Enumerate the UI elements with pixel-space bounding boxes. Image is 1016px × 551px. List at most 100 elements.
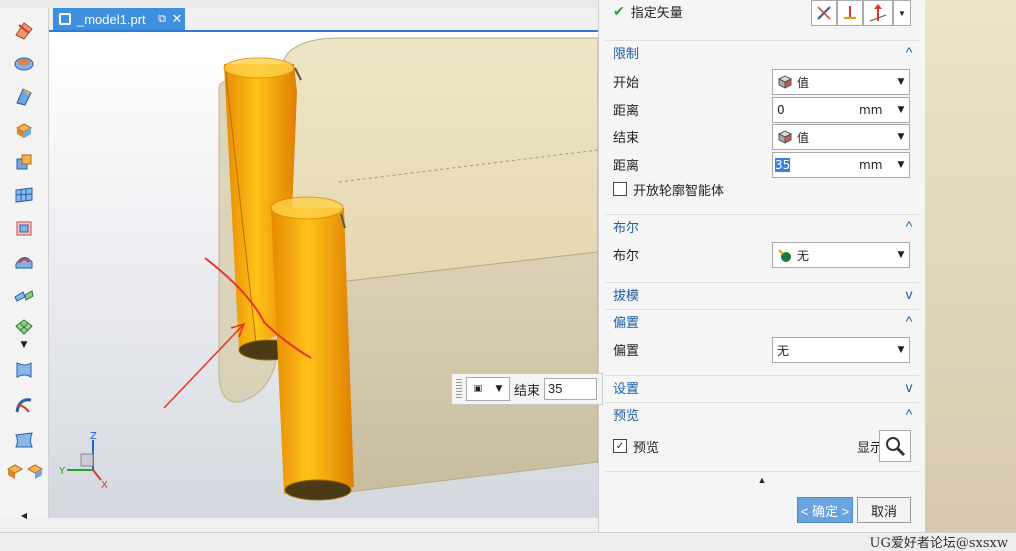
value-cube-icon: ▣ bbox=[473, 384, 483, 394]
section-draft-title: 拔模 bbox=[613, 287, 640, 303]
collapse-chevron-icon: ^ bbox=[905, 406, 913, 422]
chevron-down-icon: ▼ bbox=[897, 345, 905, 355]
end-dropdown[interactable]: 值 ▼ bbox=[772, 124, 910, 150]
section-offset-header[interactable]: 偏置 ^ bbox=[605, 309, 919, 332]
distance2-value-wrap: 35 bbox=[773, 158, 859, 172]
chevron-down-icon: ▼ bbox=[897, 160, 905, 170]
preview-label: 预览 bbox=[633, 439, 660, 455]
boolean-label: 布尔 bbox=[613, 247, 640, 263]
ok-button[interactable]: < 确定 > bbox=[797, 497, 853, 523]
section-settings-header[interactable]: 设置 v bbox=[605, 375, 919, 398]
n-sided-surface-tool-icon[interactable] bbox=[10, 428, 38, 452]
feature-toolbar: ▼ ◀ bbox=[0, 8, 49, 520]
tab-title: _model1.prt bbox=[77, 11, 146, 27]
collapse-chevron-icon: ^ bbox=[905, 44, 913, 60]
status-bar bbox=[0, 532, 1016, 551]
mini-end-label: 结束 bbox=[514, 382, 541, 398]
boolean-value: 无 bbox=[797, 248, 810, 263]
graphics-window[interactable]: Z Y X bbox=[49, 32, 598, 518]
sweep-tool-icon[interactable] bbox=[10, 84, 38, 108]
collapse-chevron-icon: ^ bbox=[905, 313, 913, 329]
trim-body-tool-icon[interactable] bbox=[10, 282, 38, 306]
block-tool-icon[interactable] bbox=[10, 117, 38, 141]
drag-grip-icon[interactable] bbox=[456, 379, 462, 399]
chevron-down-icon: ▼ bbox=[897, 250, 905, 260]
expand-chevron-icon: v bbox=[905, 286, 913, 302]
mesh-surface-tool-icon[interactable] bbox=[10, 183, 38, 207]
expand-chevron-icon: v bbox=[905, 379, 913, 395]
value-type-dropdown[interactable]: ▣ ▼ bbox=[466, 377, 510, 401]
section-limits-header[interactable]: 限制 ^ bbox=[605, 40, 919, 63]
section-preview-title: 预览 bbox=[613, 407, 640, 423]
collapse-chevron-icon: ^ bbox=[905, 218, 913, 234]
distance1-value: 0 bbox=[777, 103, 785, 117]
offset-dropdown[interactable]: 无 ▼ bbox=[772, 337, 910, 363]
section-preview-header[interactable]: 预览 ^ bbox=[605, 402, 919, 425]
studio-surface-tool-icon[interactable] bbox=[10, 315, 38, 339]
distance2-input[interactable]: 35 mm ▼ bbox=[772, 152, 910, 178]
more-tools-chevron-icon[interactable]: ▼ bbox=[10, 338, 38, 352]
end-value: 值 bbox=[797, 130, 810, 145]
revolve-tool-icon[interactable] bbox=[10, 51, 38, 75]
cancel-button[interactable]: 取消 bbox=[857, 497, 911, 523]
chevron-down-icon: ▼ bbox=[897, 105, 905, 115]
document-tab-bar: _model1.prt ⧉ ✕ bbox=[49, 8, 598, 32]
tab-pin-icon[interactable]: ⧉ bbox=[155, 13, 169, 26]
value-cube-icon bbox=[777, 75, 793, 89]
extrude-tool-icon[interactable] bbox=[10, 18, 38, 42]
on-screen-input-bar: ▣ ▼ 结束 35 bbox=[451, 373, 603, 405]
tab-close-icon[interactable]: ✕ bbox=[169, 11, 185, 27]
preview-row: ✓预览 显示结果 bbox=[613, 434, 913, 458]
vector-label: 指定矢量 bbox=[630, 4, 683, 20]
toolbar-scroll-left-icon[interactable]: ◀ bbox=[10, 508, 38, 522]
section-boolean-header[interactable]: 布尔 ^ bbox=[605, 214, 919, 237]
section-settings-title: 设置 bbox=[613, 380, 640, 396]
collapse-dialog-arrow-icon[interactable]: ▲ bbox=[605, 471, 919, 488]
show-result-magnifier-icon[interactable] bbox=[879, 430, 911, 462]
chevron-down-icon: ▼ bbox=[897, 77, 905, 87]
swept-curve-tool-icon[interactable] bbox=[10, 393, 38, 417]
section-limits-title: 限制 bbox=[613, 45, 640, 61]
box-tools-icon[interactable] bbox=[4, 458, 44, 482]
face-blend-tool-icon[interactable] bbox=[10, 249, 38, 273]
distance2-unit: mm bbox=[859, 158, 883, 172]
start-dropdown[interactable]: 值 ▼ bbox=[772, 69, 910, 95]
chevron-down-icon: ▼ bbox=[495, 384, 503, 394]
value-cube-icon bbox=[777, 130, 793, 144]
reverse-direction-icon[interactable] bbox=[811, 0, 837, 26]
distance1-input[interactable]: 0 mm ▼ bbox=[772, 97, 910, 123]
part-file-icon bbox=[59, 13, 71, 25]
shell-tool-icon[interactable] bbox=[10, 216, 38, 240]
axis-x-label: X bbox=[101, 480, 108, 490]
boolean-dropdown[interactable]: 无 ▼ bbox=[772, 242, 910, 268]
distance2-label: 距离 bbox=[613, 157, 640, 173]
axis-z-label: Z bbox=[90, 431, 97, 442]
open-profile-checkbox[interactable] bbox=[613, 182, 627, 196]
boolean-none-icon bbox=[778, 249, 791, 262]
check-mark-icon: ✔ bbox=[613, 2, 625, 19]
axis-y-label: Y bbox=[58, 466, 66, 477]
distance1-unit: mm bbox=[859, 103, 883, 117]
mini-end-input[interactable]: 35 bbox=[544, 378, 598, 400]
background-model-area bbox=[925, 0, 1016, 532]
preview-checkbox[interactable]: ✓ bbox=[613, 439, 627, 453]
tab-model1[interactable]: _model1.prt ⧉ ✕ bbox=[53, 8, 185, 30]
open-profile-label: 开放轮廓智能体 bbox=[633, 182, 725, 198]
vector-dialog-icon[interactable] bbox=[837, 0, 863, 26]
section-offset-title: 偏置 bbox=[613, 314, 640, 330]
start-label: 开始 bbox=[613, 74, 640, 90]
distance2-value: 35 bbox=[775, 158, 791, 172]
inferred-vector-icon[interactable] bbox=[863, 0, 893, 26]
distance1-label: 距离 bbox=[613, 102, 640, 118]
model-scene bbox=[163, 37, 598, 501]
forum-watermark: UG爱好者论坛@sxsxw bbox=[869, 536, 1008, 551]
ruled-surface-tool-icon[interactable] bbox=[10, 358, 38, 382]
vector-options-chevron-icon[interactable]: ▼ bbox=[893, 0, 911, 26]
chevron-down-icon: ▼ bbox=[897, 132, 905, 142]
open-profile-row: 开放轮廓智能体 bbox=[613, 177, 913, 201]
offset-value: 无 bbox=[777, 343, 790, 358]
coordinate-triad-icon: Z Y X bbox=[58, 431, 108, 490]
union-tool-icon[interactable] bbox=[10, 150, 38, 174]
section-draft-header[interactable]: 拔模 v bbox=[605, 282, 919, 305]
offset-label: 偏置 bbox=[613, 342, 640, 358]
